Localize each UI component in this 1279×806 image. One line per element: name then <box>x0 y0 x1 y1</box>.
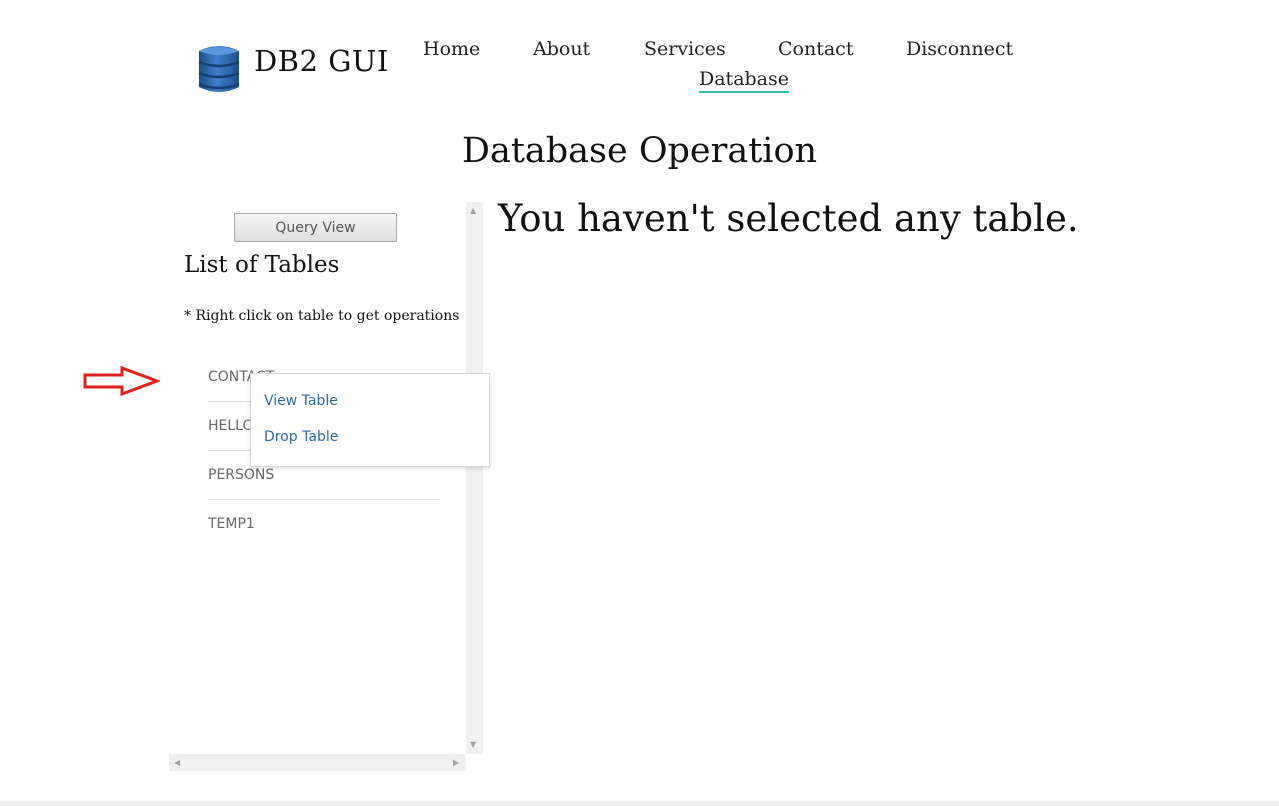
drop-table-menu-item[interactable]: Drop Table <box>264 429 338 445</box>
scroll-right-icon[interactable]: ▶ <box>453 759 459 767</box>
horizontal-scrollbar[interactable]: ◀ ▶ <box>169 754 466 771</box>
table-context-menu: View Table Drop Table <box>250 373 490 467</box>
page-bottom-border <box>0 801 1279 806</box>
right-click-hint: * Right click on table to get operations <box>184 308 460 324</box>
red-outline-arrow-icon <box>82 365 162 397</box>
view-table-menu-item[interactable]: View Table <box>264 393 338 409</box>
nav-disconnect[interactable]: Disconnect <box>906 38 1013 60</box>
nav-database[interactable]: Database <box>699 68 790 93</box>
database-icon <box>195 43 243 95</box>
table-item-temp1[interactable]: TEMP1 <box>208 500 440 548</box>
no-table-selected-message: You haven't selected any table. <box>498 197 1079 240</box>
nav-contact[interactable]: Contact <box>778 38 853 60</box>
scroll-down-icon[interactable]: ▼ <box>470 741 476 749</box>
page-title: Database Operation <box>461 131 818 171</box>
query-view-button[interactable]: Query View <box>234 213 397 242</box>
scroll-left-icon[interactable]: ◀ <box>174 759 180 767</box>
brand-title: DB2 GUI <box>254 44 389 78</box>
nav-services[interactable]: Services <box>644 38 726 60</box>
tables-panel-content: Query View List of Tables * Right click … <box>169 202 466 754</box>
nav-about[interactable]: About <box>533 38 590 60</box>
nav-home[interactable]: Home <box>423 38 480 60</box>
tables-panel: Query View List of Tables * Right click … <box>169 202 483 771</box>
vertical-scrollbar[interactable]: ▲ ▼ <box>466 202 483 754</box>
scroll-up-icon[interactable]: ▲ <box>470 207 476 215</box>
list-heading: List of Tables <box>184 252 340 278</box>
